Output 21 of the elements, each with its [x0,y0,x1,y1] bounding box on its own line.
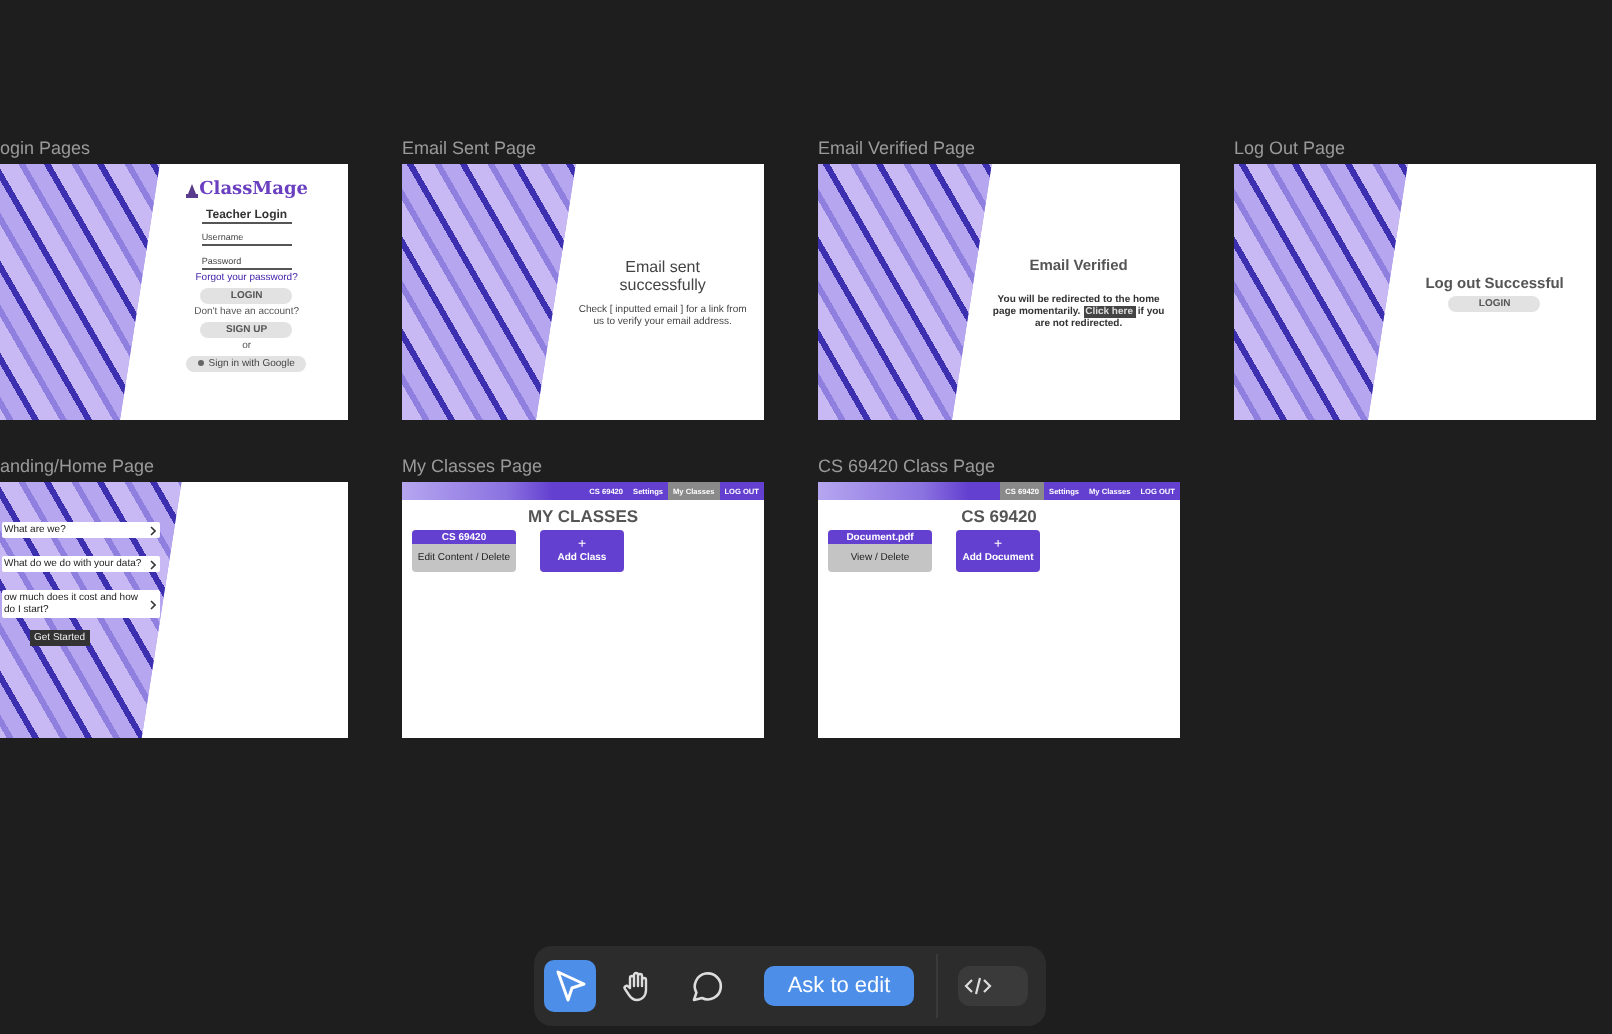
chevron-right-icon [150,525,156,535]
frame-title[interactable]: My Classes Page [402,456,543,478]
code-view-toggle[interactable] [958,966,1029,1006]
frame-title[interactable]: Email Verified Page [818,138,976,160]
frame-title[interactable]: anding/Home Page [0,456,155,478]
frame-title[interactable]: Email Sent Page [402,138,537,160]
code-icon [964,976,993,996]
pointer-icon [551,968,588,1004]
chevron-right-icon [150,559,156,569]
google-icon [198,360,205,366]
heading: Email sent successfully [617,257,708,293]
tool-button[interactable] [543,960,596,1012]
chevron-right-icon [150,599,156,609]
frame-title[interactable]: Log Out Page [1234,138,1346,160]
wizard-hat-icon [185,183,198,197]
logo: ClassMage [199,180,308,200]
frame-title[interactable]: ogin Pages [0,138,91,160]
page-heading: CS 69420 [959,506,1039,526]
page-heading: MY CLASSES [525,506,641,526]
frame-title[interactable]: CS 69420 Class Page [818,456,996,478]
comment-icon [687,968,724,1004]
